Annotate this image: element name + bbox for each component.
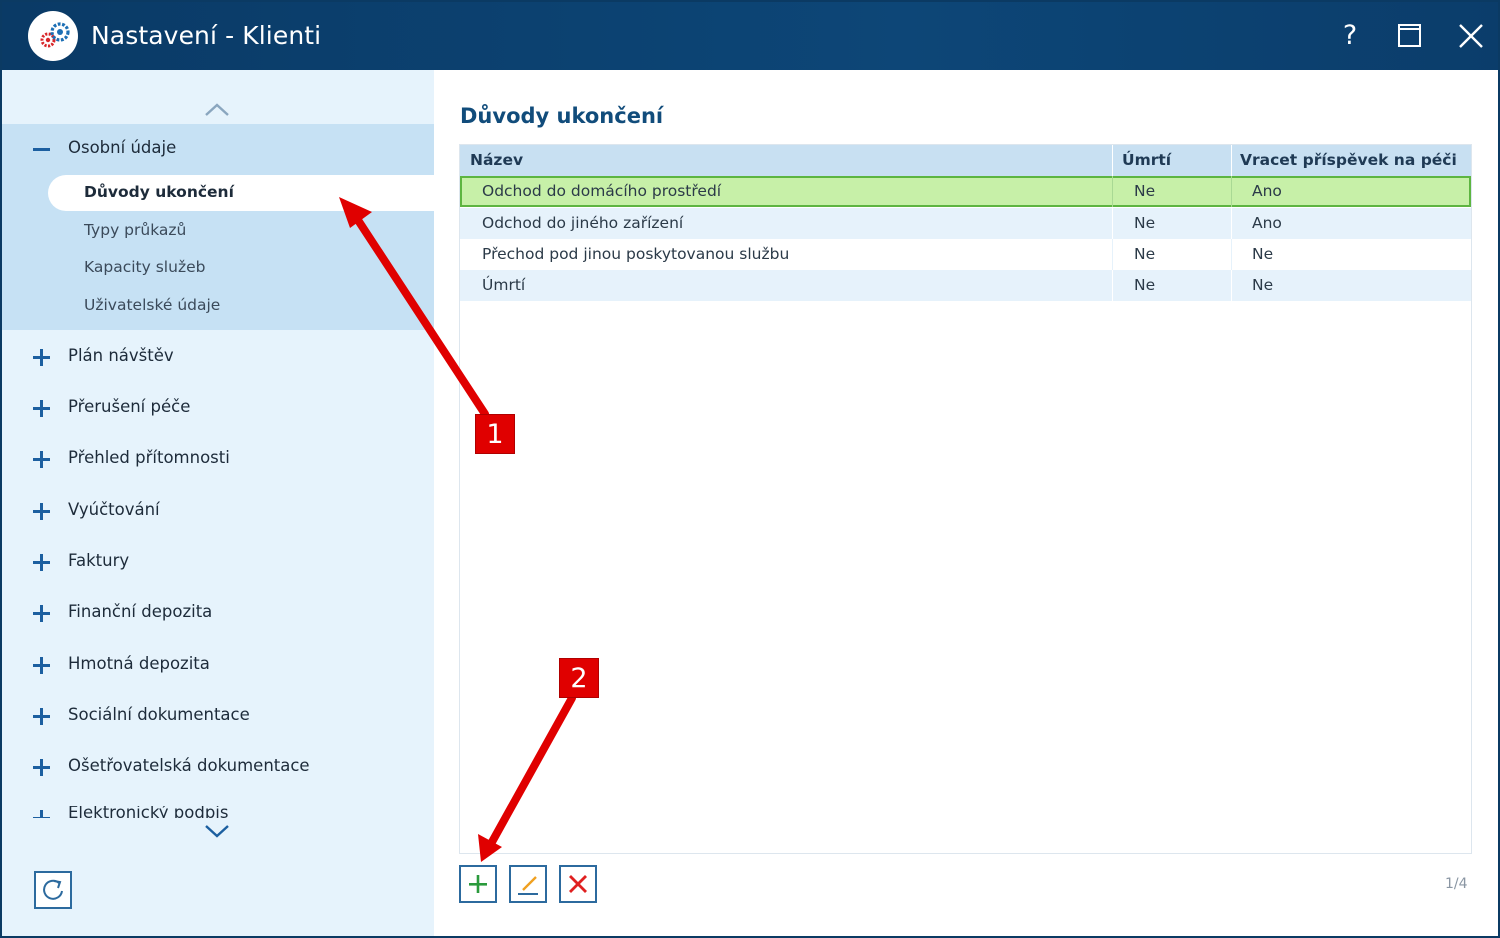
sidebar-group-label: Sociální dokumentace bbox=[68, 705, 250, 724]
expand-plus-icon bbox=[33, 657, 50, 674]
sidebar-group-faktury[interactable]: Faktury bbox=[2, 542, 434, 582]
annotation-badge-2: 2 bbox=[559, 658, 599, 698]
sidebar-group-elektronicky-podpis[interactable]: Elektronický podpis bbox=[2, 806, 434, 818]
cell-umrti: Ne bbox=[1134, 245, 1156, 263]
cell-nazev: Odchod do domácího prostředí bbox=[482, 182, 722, 200]
sidebar-group-preruseni-pece[interactable]: Přerušení péče bbox=[2, 388, 434, 428]
app-logo-icon bbox=[28, 11, 78, 61]
page-title: Důvody ukončení bbox=[460, 104, 664, 128]
delete-button[interactable] bbox=[559, 865, 597, 903]
sidebar-group-label: Plán návštěv bbox=[68, 346, 174, 365]
sidebar-group-vyuctovani[interactable]: Vyúčtování bbox=[2, 491, 434, 531]
sidebar-group-financni-depozita[interactable]: Finanční depozita bbox=[2, 593, 434, 633]
expand-plus-icon bbox=[33, 451, 50, 468]
edit-button[interactable] bbox=[509, 865, 547, 903]
sidebar-group-label: Přehled přítomnosti bbox=[68, 448, 230, 467]
sidebar-group-label: Osobní údaje bbox=[68, 138, 177, 157]
sidebar-item-duvody-ukonceni[interactable]: Důvody ukončení bbox=[48, 175, 434, 211]
column-divider bbox=[1231, 145, 1232, 176]
sidebar-group-osobni-udaje[interactable]: Osobní údaje bbox=[2, 129, 434, 169]
sidebar-group-label: Ošetřovatelská dokumentace bbox=[68, 756, 310, 775]
main-content: Důvody ukončení Název Úmrtí Vracet přísp… bbox=[434, 70, 1498, 936]
scroll-up-button[interactable] bbox=[202, 100, 232, 118]
close-icon bbox=[1459, 24, 1483, 48]
cell-umrti: Ne bbox=[1134, 182, 1156, 200]
sidebar-item-uzivatelske-udaje[interactable]: Uživatelské údaje bbox=[2, 288, 434, 324]
window-title: Nastavení - Klienti bbox=[91, 21, 322, 50]
column-divider bbox=[1112, 176, 1113, 207]
settings-window: Nastavení - Klienti ? Osobní údaje Důvod… bbox=[0, 0, 1500, 938]
table-row[interactable]: Odchod do jiného zařízení Ne Ano bbox=[460, 208, 1471, 239]
settings-sidebar: Osobní údaje Důvody ukončení Typy průkaz… bbox=[2, 70, 434, 936]
sidebar-item-typy-prukazu[interactable]: Typy průkazů bbox=[2, 213, 434, 249]
sidebar-group-label: Přerušení péče bbox=[68, 397, 191, 416]
refresh-button[interactable] bbox=[34, 871, 72, 909]
expand-plus-icon bbox=[33, 503, 50, 520]
cell-nazev: Přechod pod jinou poskytovanou službu bbox=[482, 245, 790, 263]
column-header-nazev[interactable]: Název bbox=[470, 145, 523, 176]
reasons-table: Název Úmrtí Vracet příspěvek na péči Odc… bbox=[459, 144, 1472, 854]
cell-vracet: Ne bbox=[1252, 276, 1274, 294]
cell-umrti: Ne bbox=[1134, 214, 1156, 232]
column-header-vracet-prispevek[interactable]: Vracet příspěvek na péči bbox=[1240, 145, 1457, 176]
expand-plus-icon bbox=[33, 708, 50, 725]
cell-nazev: Odchod do jiného zařízení bbox=[482, 214, 684, 232]
sidebar-group-label: Elektronický podpis bbox=[68, 806, 229, 818]
column-header-umrti[interactable]: Úmrtí bbox=[1122, 145, 1171, 176]
cell-vracet: Ne bbox=[1252, 245, 1274, 263]
sidebar-item-kapacity-sluzeb[interactable]: Kapacity služeb bbox=[2, 250, 434, 286]
expand-plus-icon bbox=[33, 554, 50, 571]
plus-icon bbox=[469, 875, 487, 893]
cell-nazev: Úmrtí bbox=[482, 276, 526, 294]
table-row[interactable]: Odchod do domácího prostředí Ne Ano bbox=[460, 176, 1471, 207]
maximize-icon bbox=[1398, 24, 1421, 47]
sidebar-item-label: Kapacity služeb bbox=[84, 258, 206, 276]
column-divider bbox=[1112, 270, 1113, 301]
column-divider bbox=[1231, 208, 1232, 239]
sidebar-group-label: Hmotná depozita bbox=[68, 654, 210, 673]
sidebar-group-osetrovatelska-dokumentace[interactable]: Ošetřovatelská dokumentace bbox=[2, 747, 434, 787]
chevron-down-icon bbox=[205, 825, 229, 838]
close-button[interactable] bbox=[1451, 16, 1491, 56]
title-bar: Nastavení - Klienti ? bbox=[2, 2, 1498, 70]
add-button[interactable] bbox=[459, 865, 497, 903]
help-button[interactable]: ? bbox=[1330, 16, 1370, 56]
maximize-button[interactable] bbox=[1390, 16, 1430, 56]
delete-x-icon bbox=[569, 875, 587, 893]
column-divider bbox=[1231, 239, 1232, 270]
record-counter: 1/4 bbox=[1445, 876, 1468, 892]
table-row[interactable]: Přechod pod jinou poskytovanou službu Ne… bbox=[460, 239, 1471, 270]
sidebar-group-label: Vyúčtování bbox=[68, 500, 160, 519]
sidebar-item-label: Typy průkazů bbox=[84, 221, 187, 239]
annotation-badge-1: 1 bbox=[475, 414, 515, 454]
expand-plus-icon bbox=[33, 349, 50, 366]
sidebar-item-label: Uživatelské údaje bbox=[84, 296, 221, 314]
scroll-down-button[interactable] bbox=[202, 822, 232, 840]
expand-plus-icon bbox=[33, 759, 50, 776]
sidebar-group-label: Faktury bbox=[68, 551, 130, 570]
chevron-up-icon bbox=[205, 103, 229, 116]
pencil-icon bbox=[518, 876, 538, 895]
expand-plus-icon bbox=[33, 810, 50, 818]
collapse-minus-icon bbox=[33, 148, 50, 151]
cell-umrti: Ne bbox=[1134, 276, 1156, 294]
column-divider bbox=[1112, 145, 1113, 176]
expand-plus-icon bbox=[33, 605, 50, 622]
sidebar-group-plan-navstev[interactable]: Plán návštěv bbox=[2, 337, 434, 377]
cell-vracet: Ano bbox=[1252, 214, 1282, 232]
table-row[interactable]: Úmrtí Ne Ne bbox=[460, 270, 1471, 301]
table-header: Název Úmrtí Vracet příspěvek na péči bbox=[460, 145, 1471, 176]
column-divider bbox=[1112, 239, 1113, 270]
column-divider bbox=[1112, 208, 1113, 239]
sidebar-item-label: Důvody ukončení bbox=[84, 183, 234, 201]
column-divider bbox=[1231, 176, 1232, 207]
refresh-icon bbox=[43, 879, 63, 900]
column-divider bbox=[1231, 270, 1232, 301]
cell-vracet: Ano bbox=[1252, 182, 1282, 200]
sidebar-group-socialni-dokumentace[interactable]: Sociální dokumentace bbox=[2, 696, 434, 736]
sidebar-group-prehled-pritomnosti[interactable]: Přehled přítomnosti bbox=[2, 439, 434, 479]
sidebar-group-label: Finanční depozita bbox=[68, 602, 213, 621]
sidebar-group-hmotna-depozita[interactable]: Hmotná depozita bbox=[2, 645, 434, 685]
expand-plus-icon bbox=[33, 400, 50, 417]
